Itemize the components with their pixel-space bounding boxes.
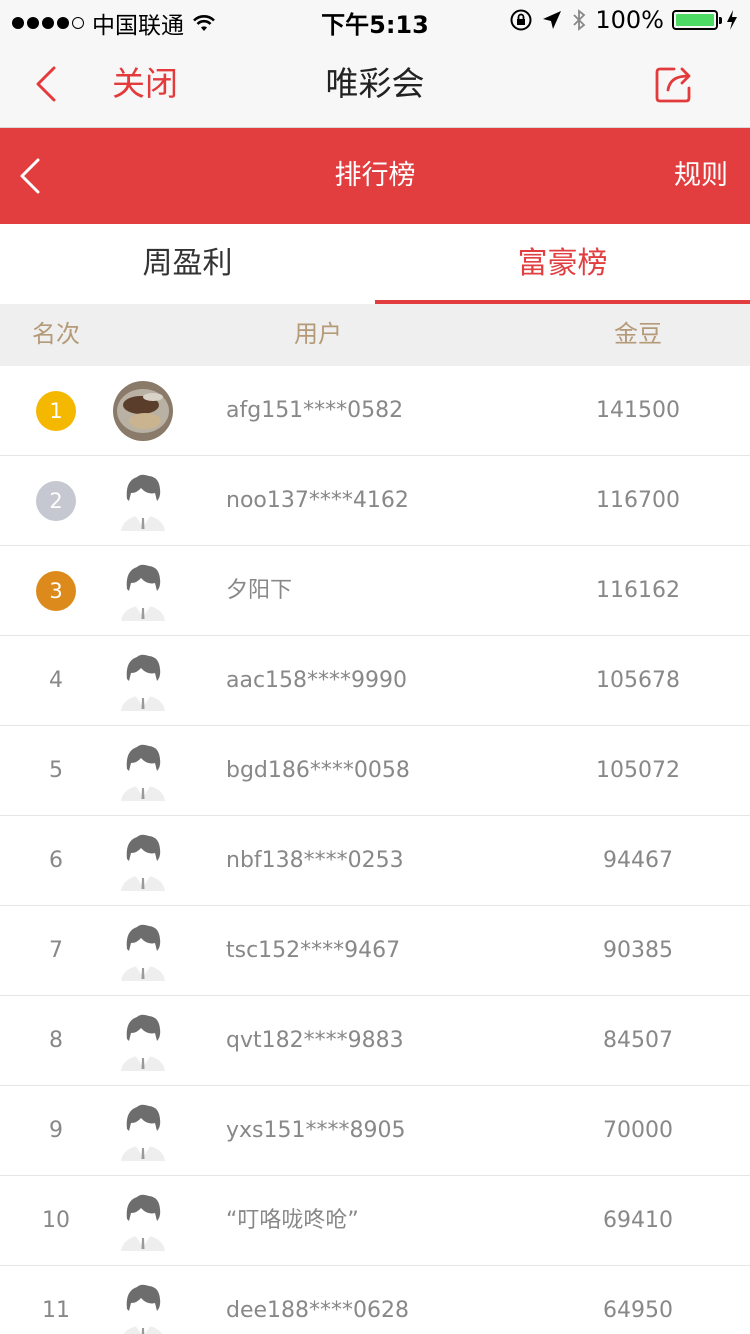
nav-bar: 关闭 唯彩会 — [0, 40, 750, 128]
column-gold-label: 金豆 — [614, 320, 662, 348]
default-avatar-icon[interactable] — [113, 921, 173, 981]
column-user-label: 用户 — [294, 320, 342, 348]
ranking-list: 1 afg151****0582 141500 2 noo137****4162 11… — [0, 366, 750, 1334]
gold-amount: 84507 — [603, 1028, 673, 1053]
gold-amount: 94467 — [603, 848, 673, 873]
ranking-row[interactable]: 10 “叮咯咙咚呛” 69410 — [0, 1176, 750, 1266]
username: tsc152****9467 — [226, 938, 401, 963]
rank-badge: 2 — [36, 481, 76, 521]
rank-badge: 1 — [36, 391, 76, 431]
charging-icon — [727, 10, 737, 30]
default-avatar-icon[interactable] — [113, 1101, 173, 1161]
username: aac158****9990 — [226, 668, 408, 693]
status-bar: 中国联通 下午5:13 100% — [0, 0, 750, 40]
share-icon[interactable] — [654, 64, 694, 104]
username: dee188****0628 — [226, 1298, 410, 1323]
ranking-row[interactable]: 4 aac158****9990 105678 — [0, 636, 750, 726]
ranking-row[interactable]: 9 yxs151****8905 70000 — [0, 1086, 750, 1176]
rank-number: 6 — [49, 848, 63, 873]
ranking-row[interactable]: 6 nbf138****0253 94467 — [0, 816, 750, 906]
gold-amount: 64950 — [603, 1298, 673, 1323]
rank-number: 11 — [42, 1298, 70, 1323]
username: “叮咯咙咚呛” — [226, 1208, 359, 1233]
ranking-row[interactable]: 7 tsc152****9467 90385 — [0, 906, 750, 996]
username: noo137****4162 — [226, 488, 409, 513]
bluetooth-icon — [573, 9, 586, 31]
gold-amount: 105678 — [596, 668, 680, 693]
username: 夕阳下 — [226, 578, 293, 603]
ranking-row[interactable]: 8 qvt182****9883 84507 — [0, 996, 750, 1086]
gold-amount: 116700 — [596, 488, 680, 513]
location-arrow-icon — [543, 11, 562, 29]
battery-icon — [672, 10, 722, 30]
ranking-row[interactable]: 2 noo137****4162 116700 — [0, 456, 750, 546]
default-avatar-icon[interactable] — [113, 1281, 173, 1334]
column-header: 名次 用户 金豆 — [0, 304, 750, 366]
rank-number: 4 — [49, 668, 63, 693]
gold-amount: 141500 — [596, 398, 680, 423]
gold-amount: 69410 — [603, 1208, 673, 1233]
username: nbf138****0253 — [226, 848, 404, 873]
username: yxs151****8905 — [226, 1118, 406, 1143]
ranking-header: 排行榜 规则 — [0, 128, 750, 224]
rank-number: 7 — [49, 938, 63, 963]
ranking-row[interactable]: 1 afg151****0582 141500 — [0, 366, 750, 456]
status-right: 100% — [509, 6, 738, 34]
default-avatar-icon[interactable] — [113, 1191, 173, 1251]
ranking-row[interactable]: 5 bgd186****0058 105072 — [0, 726, 750, 816]
rules-button[interactable]: 规则 — [674, 158, 728, 194]
default-avatar-icon[interactable] — [113, 741, 173, 801]
ranking-row[interactable]: 11 dee188****0628 64950 — [0, 1266, 750, 1334]
tab-weekly-profit[interactable]: 周盈利 — [0, 224, 375, 304]
gold-amount: 90385 — [603, 938, 673, 963]
gold-amount: 105072 — [596, 758, 680, 783]
username: bgd186****0058 — [226, 758, 410, 783]
rank-number: 10 — [42, 1208, 70, 1233]
rotation-lock-icon — [510, 9, 532, 31]
gold-amount: 116162 — [596, 578, 680, 603]
column-rank-label: 名次 — [32, 320, 80, 348]
rank-badge: 3 — [36, 571, 76, 611]
ranking-row[interactable]: 3 夕阳下 116162 — [0, 546, 750, 636]
rank-number: 8 — [49, 1028, 63, 1053]
default-avatar-icon[interactable] — [113, 561, 173, 621]
ranking-title: 排行榜 — [334, 160, 416, 191]
default-avatar-icon[interactable] — [113, 471, 173, 531]
battery-percent: 100% — [595, 6, 664, 34]
tab-rich-list[interactable]: 富豪榜 — [375, 224, 750, 304]
rank-number: 9 — [49, 1118, 63, 1143]
username: qvt182****9883 — [226, 1028, 404, 1053]
gold-amount: 70000 — [603, 1118, 673, 1143]
default-avatar-icon[interactable] — [113, 651, 173, 711]
default-avatar-icon[interactable] — [113, 1011, 173, 1071]
rank-number: 5 — [49, 758, 63, 783]
user-photo-avatar[interactable] — [113, 381, 173, 441]
page-title: 唯彩会 — [325, 64, 425, 103]
tab-bar: 周盈利 富豪榜 — [0, 224, 750, 304]
default-avatar-icon[interactable] — [113, 831, 173, 891]
username: afg151****0582 — [226, 398, 404, 423]
